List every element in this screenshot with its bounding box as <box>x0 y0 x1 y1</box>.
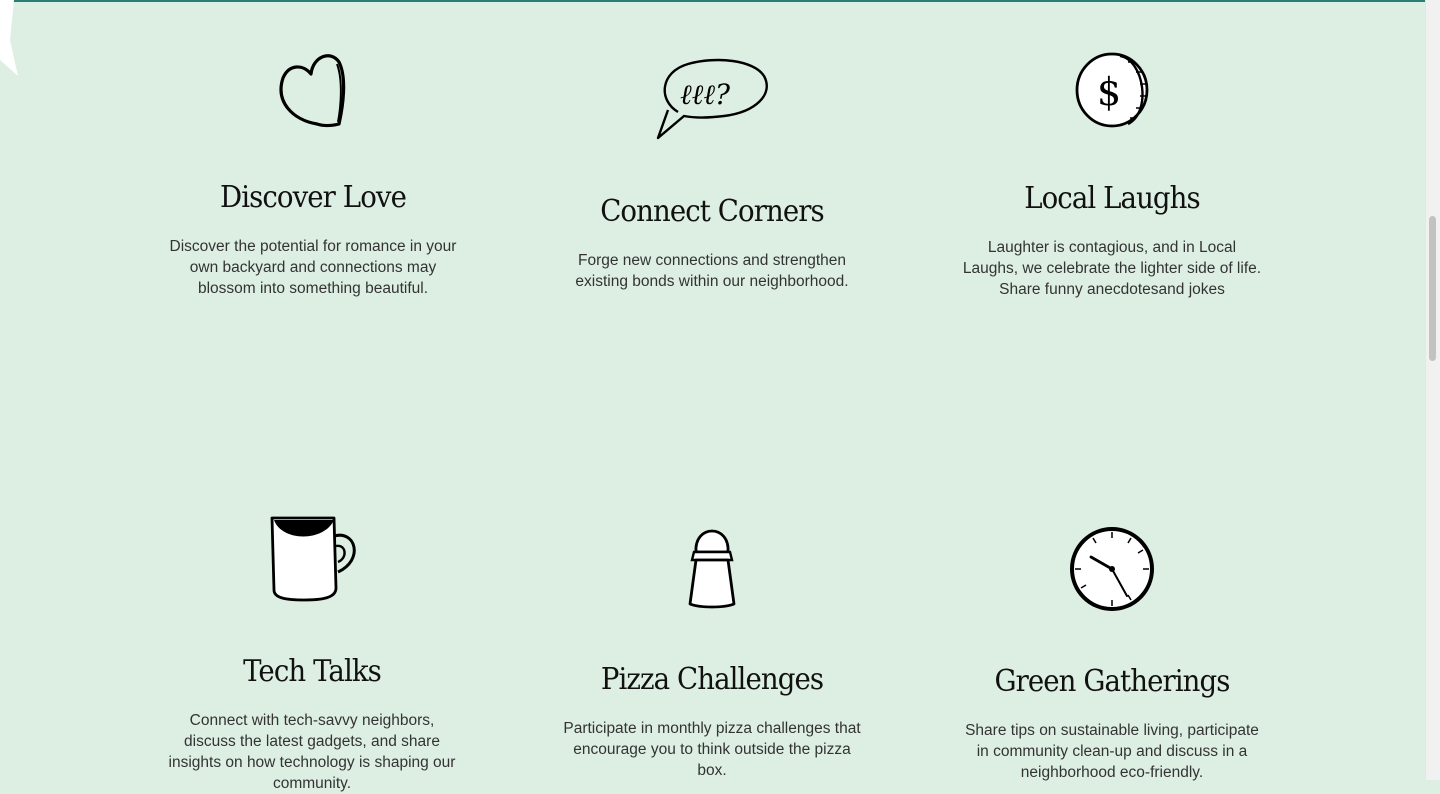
speech-bubble-icon: ℓℓℓ? <box>552 56 872 142</box>
vertical-scrollbar[interactable] <box>1425 0 1440 780</box>
svg-text:$: $ <box>1097 70 1121 114</box>
feature-title: Local Laughs <box>1024 181 1201 216</box>
coin-icon: $ <box>952 50 1272 130</box>
feature-title: Tech Talks <box>243 654 382 689</box>
feature-description: Laughter is contagious, and in Local Lau… <box>962 239 1262 298</box>
feature-description: Participate in monthly pizza challenges … <box>563 720 861 779</box>
decorative-shape <box>0 0 18 76</box>
clock-icon <box>952 524 1272 614</box>
heart-icon <box>153 48 473 130</box>
feature-description: Forge new connections and strengthen exi… <box>575 252 849 290</box>
feature-title: Connect Corners <box>600 194 824 229</box>
top-border <box>0 0 1426 2</box>
svg-text:ℓℓℓ?: ℓℓℓ? <box>680 78 731 111</box>
salt-shaker-icon <box>552 526 872 610</box>
coffee-mug-icon <box>152 512 472 604</box>
feature-title: Pizza Challenges <box>600 662 824 697</box>
feature-title: Green Gatherings <box>994 664 1230 699</box>
feature-description: Connect with tech-savvy neighbors, discu… <box>168 712 456 792</box>
feature-title: Discover Love <box>219 180 407 215</box>
feature-description: Share tips on sustainable living, partic… <box>965 722 1259 781</box>
feature-description: Discover the potential for romance in yo… <box>169 238 457 297</box>
scrollbar-thumb[interactable] <box>1429 216 1436 361</box>
